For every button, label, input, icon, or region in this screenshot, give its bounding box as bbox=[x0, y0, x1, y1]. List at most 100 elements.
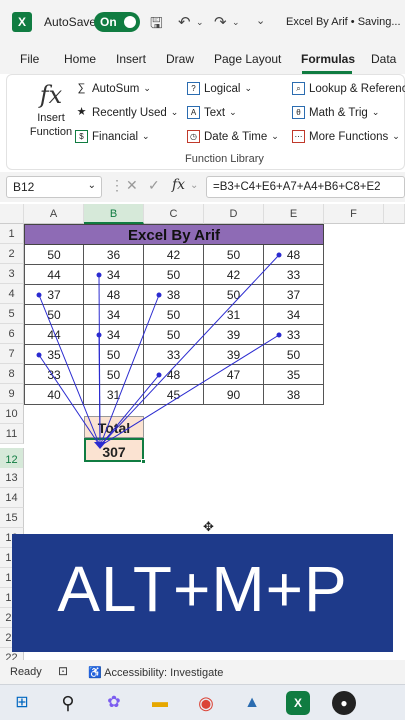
precedent-dot bbox=[276, 332, 282, 338]
formula-bar: B12 ⌄ ⋮ ✕ ✓ fx ⌄ =B3+C4+E6+A7+A4+B6+C8+E… bbox=[0, 172, 405, 202]
tab-file[interactable]: File bbox=[20, 52, 39, 66]
recently-used-button[interactable]: ★ Recently Used ⌄ bbox=[75, 106, 179, 119]
title-bar: X AutoSave On 🖫 ↶ ⌄ ↷ ⌄ ⌄ Excel By Arif … bbox=[0, 0, 405, 44]
toggle-knob bbox=[124, 16, 136, 28]
copilot-icon[interactable]: ✿ bbox=[102, 691, 126, 715]
ribbon-tabs: File Home Insert Draw Page Layout Formul… bbox=[0, 44, 405, 74]
lookup-reference-label: Lookup & Reference bbox=[309, 82, 405, 95]
accessibility-label: Accessibility: Investigate bbox=[104, 667, 224, 679]
accessibility-status[interactable]: ♿ Accessibility: Investigate bbox=[88, 666, 223, 679]
macro-record-icon[interactable]: ⊡ bbox=[58, 664, 68, 678]
date-time-label: Date & Time bbox=[204, 130, 268, 143]
chevron-down-icon: ⌄ bbox=[371, 107, 380, 117]
lookup-book-icon: ⌕ bbox=[292, 82, 305, 95]
autosave-toggle[interactable]: On bbox=[94, 12, 140, 32]
function-library-group-label: Function Library bbox=[185, 153, 264, 165]
autosum-button[interactable]: ∑ AutoSum ⌄ bbox=[75, 82, 151, 95]
trace-precedents-arrows bbox=[36, 252, 282, 449]
chevron-down-icon: ⌄ bbox=[87, 180, 96, 191]
autosave-state: On bbox=[100, 15, 117, 29]
more-functions-label: More Functions bbox=[309, 130, 389, 143]
cell-cursor-icon: ✥ bbox=[203, 519, 214, 534]
save-icon[interactable]: 🖫 bbox=[150, 13, 163, 38]
redo-icon[interactable]: ↷ bbox=[214, 13, 227, 31]
math-trig-button[interactable]: θ Math & Trig ⌄ bbox=[292, 106, 379, 119]
date-time-button[interactable]: ◷ Date & Time ⌄ bbox=[187, 130, 279, 143]
logical-button[interactable]: ? Logical ⌄ bbox=[187, 82, 252, 95]
chevron-down-icon: ⌄ bbox=[392, 131, 400, 141]
text-book-icon: A bbox=[187, 106, 200, 119]
precedent-arrow-line bbox=[99, 294, 160, 447]
precedent-dot bbox=[156, 372, 162, 378]
logical-label: Logical bbox=[204, 82, 241, 95]
math-book-icon: θ bbox=[292, 106, 305, 119]
shortcut-banner-text: ALT+M+P bbox=[57, 553, 348, 625]
chevron-down-icon: ⌄ bbox=[143, 83, 151, 93]
row-header[interactable]: 15 bbox=[0, 508, 24, 528]
precedent-arrow-line bbox=[38, 354, 101, 447]
sigma-icon: ∑ bbox=[77, 82, 86, 94]
ribbon-panel: fx Insert Function ∑ AutoSum ⌄ ★ Recentl… bbox=[6, 74, 405, 170]
text-button[interactable]: A Text ⌄ bbox=[187, 106, 237, 119]
precedent-arrow-line bbox=[99, 334, 280, 447]
excel-icon[interactable]: X bbox=[286, 691, 310, 715]
more-book-icon: ⋯ bbox=[292, 130, 305, 143]
search-icon[interactable]: ⚲ bbox=[56, 691, 80, 715]
taskbar: ⊞ ⚲ ✿ ▬ ◉ ▲ X ● bbox=[0, 684, 405, 720]
lookup-reference-button[interactable]: ⌕ Lookup & Reference bbox=[292, 82, 405, 95]
windows-icon[interactable]: ⊞ bbox=[10, 691, 34, 715]
insert-function-fx-icon[interactable]: fx bbox=[172, 177, 185, 193]
undo-icon[interactable]: ↶ bbox=[178, 13, 191, 31]
undo-dropdown-icon[interactable]: ⌄ bbox=[196, 17, 204, 28]
text-label: Text bbox=[204, 106, 226, 119]
redo-dropdown-icon[interactable]: ⌄ bbox=[232, 17, 240, 28]
expand-chevron-icon[interactable]: ⌄ bbox=[190, 180, 198, 191]
math-trig-label: Math & Trig bbox=[309, 106, 368, 119]
file-explorer-icon[interactable]: ▬ bbox=[148, 691, 172, 715]
customize-toolbar-icon[interactable]: ⌄ bbox=[256, 14, 265, 27]
chrome-icon[interactable]: ◉ bbox=[194, 691, 218, 715]
chevron-down-icon: ⌄ bbox=[170, 107, 179, 117]
insert-function-button[interactable]: fx Insert Function bbox=[21, 81, 81, 139]
autosum-label: AutoSum bbox=[92, 82, 140, 95]
recently-used-label: Recently Used bbox=[92, 106, 167, 119]
tab-formulas[interactable]: Formulas bbox=[301, 52, 355, 66]
tab-page-layout[interactable]: Page Layout bbox=[214, 52, 281, 66]
logical-book-icon: ? bbox=[187, 82, 200, 95]
obs-icon[interactable]: ● bbox=[332, 691, 356, 715]
document-title: Excel By Arif • Saving... bbox=[286, 16, 401, 28]
financial-label: Financial bbox=[92, 130, 139, 143]
chevron-down-icon: ⌄ bbox=[244, 83, 252, 93]
book-icon: $ bbox=[75, 130, 88, 143]
tab-data[interactable]: Data bbox=[371, 52, 396, 66]
autosave-label: AutoSave bbox=[44, 15, 97, 29]
precedent-dot bbox=[156, 292, 162, 298]
insert-function-label-1: Insert bbox=[37, 112, 65, 124]
financial-button[interactable]: $ Financial ⌄ bbox=[75, 130, 150, 143]
tab-draw[interactable]: Draw bbox=[166, 52, 194, 66]
status-bar: Ready ⊡ ♿ Accessibility: Investigate bbox=[0, 660, 405, 684]
formula-input[interactable]: =B3+C4+E6+A7+A4+B6+C8+E2 bbox=[206, 176, 405, 198]
tab-home[interactable]: Home bbox=[64, 52, 96, 66]
cancel-icon[interactable]: ✕ bbox=[126, 177, 138, 194]
enter-check-icon[interactable]: ✓ bbox=[148, 177, 160, 194]
name-box-value: B12 bbox=[13, 180, 35, 194]
precedent-arrow-line bbox=[99, 254, 280, 447]
arrowhead bbox=[94, 442, 106, 449]
precedent-arrow-line bbox=[99, 374, 160, 447]
star-book-icon: ★ bbox=[76, 106, 87, 118]
shortcut-banner: ALT+M+P bbox=[12, 534, 393, 652]
precedent-dot bbox=[96, 332, 102, 338]
precedent-dot bbox=[276, 252, 282, 258]
fx-icon: fx bbox=[39, 81, 63, 109]
more-options-icon[interactable]: ⋮ bbox=[110, 177, 124, 194]
photos-icon[interactable]: ▲ bbox=[240, 691, 264, 715]
accessibility-icon: ♿ bbox=[88, 667, 102, 679]
more-functions-button[interactable]: ⋯ More Functions ⌄ bbox=[292, 130, 400, 143]
precedent-dot bbox=[96, 272, 102, 278]
chevron-down-icon: ⌄ bbox=[229, 107, 237, 117]
chevron-down-icon: ⌄ bbox=[142, 131, 150, 141]
clock-book-icon: ◷ bbox=[187, 130, 200, 143]
tab-insert[interactable]: Insert bbox=[116, 52, 146, 66]
name-box[interactable]: B12 ⌄ bbox=[6, 176, 102, 198]
